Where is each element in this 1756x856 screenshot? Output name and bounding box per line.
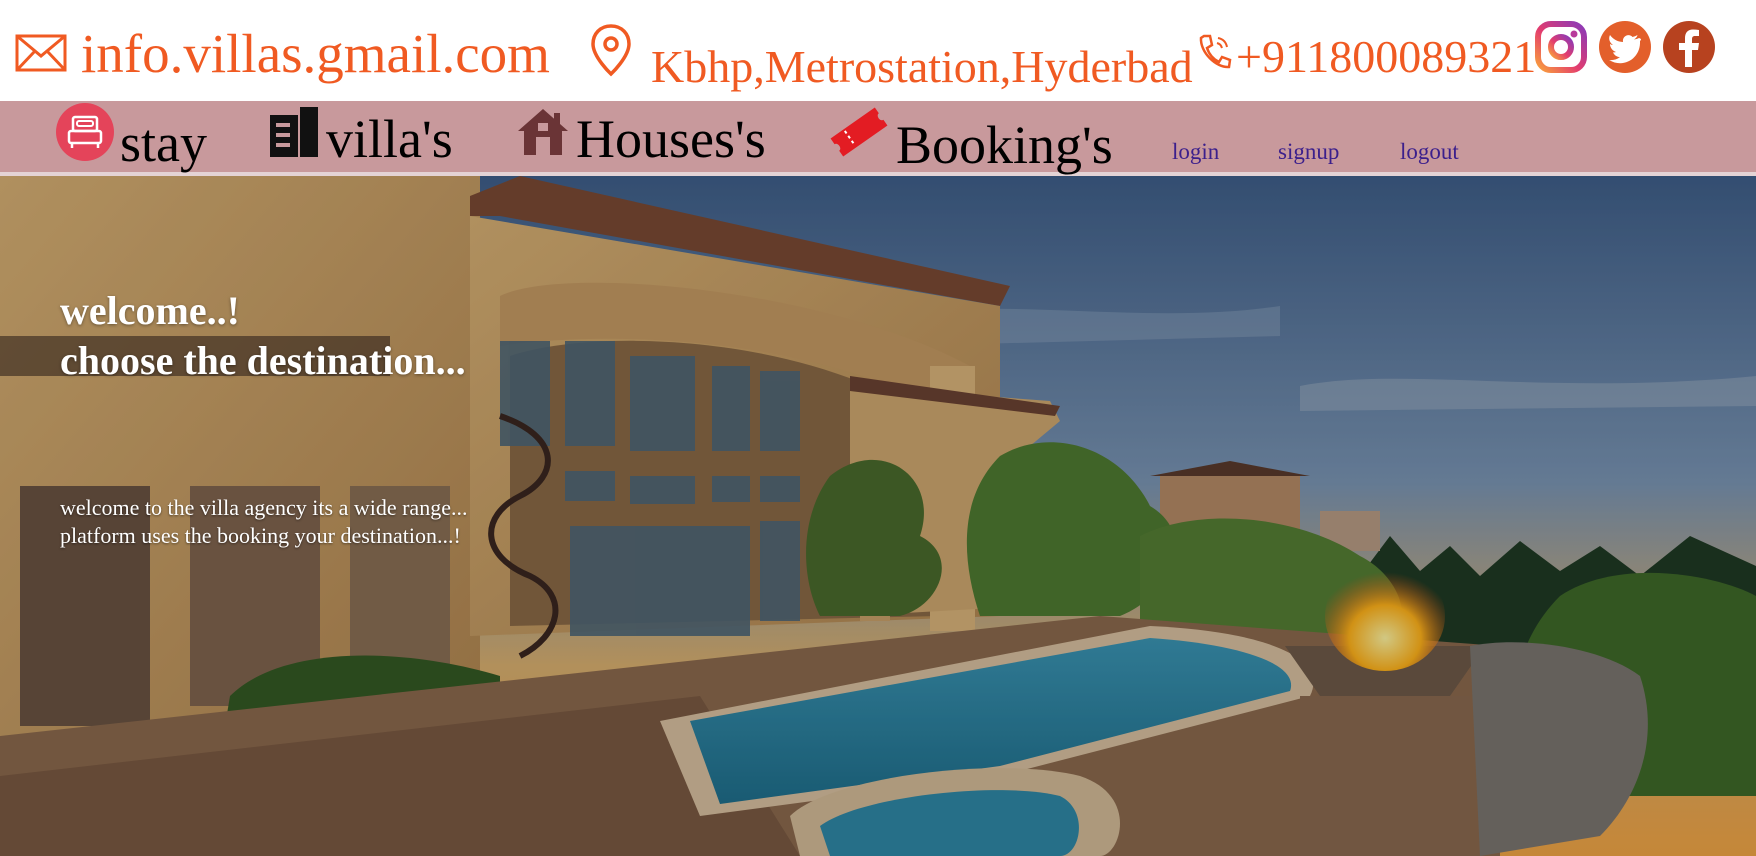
nav-label-villas: villa's <box>326 109 453 169</box>
phone-text: +911800089321 <box>1236 31 1537 82</box>
hero-banner: welcome..! choose the destination... wel… <box>0 176 1756 856</box>
phone-icon <box>1196 30 1232 83</box>
nav-label-houses: Houses's <box>576 109 766 169</box>
nav-item-villas[interactable]: villa's <box>268 107 453 166</box>
hero-text: welcome to the villa agency its a wide r… <box>60 495 468 548</box>
map-pin-icon <box>589 23 633 88</box>
nav-item-stay[interactable]: stay <box>56 103 207 170</box>
contact-phone[interactable]: +911800089321 <box>1196 30 1536 83</box>
nav-item-bookings[interactable]: Booking's <box>828 101 1113 172</box>
contact-address: Kbhp,Metrostation,Hyderbad <box>589 18 1193 93</box>
email-text: info.villas.gmail.com <box>81 23 550 84</box>
login-link[interactable]: login <box>1172 139 1219 165</box>
house-icon <box>516 107 570 166</box>
contact-email[interactable]: info.villas.gmail.com <box>15 22 550 85</box>
nav-label-stay: stay <box>120 113 207 173</box>
address-text: Kbhp,Metrostation,Hyderbad <box>651 41 1193 92</box>
building-icon <box>268 107 320 166</box>
twitter-icon[interactable] <box>1598 20 1652 74</box>
instagram-icon[interactable] <box>1534 20 1588 74</box>
ticket-icon <box>828 101 890 172</box>
signup-link[interactable]: signup <box>1278 139 1339 165</box>
logout-link[interactable]: logout <box>1400 139 1459 165</box>
nav-label-bookings: Booking's <box>896 115 1113 175</box>
contact-bar: info.villas.gmail.com Kbhp,Metrostation,… <box>0 0 1756 101</box>
nav-item-houses[interactable]: Houses's <box>516 107 766 166</box>
envelope-icon <box>15 22 67 85</box>
bed-icon <box>56 103 114 170</box>
facebook-icon[interactable] <box>1662 20 1716 74</box>
main-nav: stay villa's Houses's Booking's login si… <box>0 101 1756 176</box>
hero-title: welcome..! choose the destination... <box>60 288 466 383</box>
